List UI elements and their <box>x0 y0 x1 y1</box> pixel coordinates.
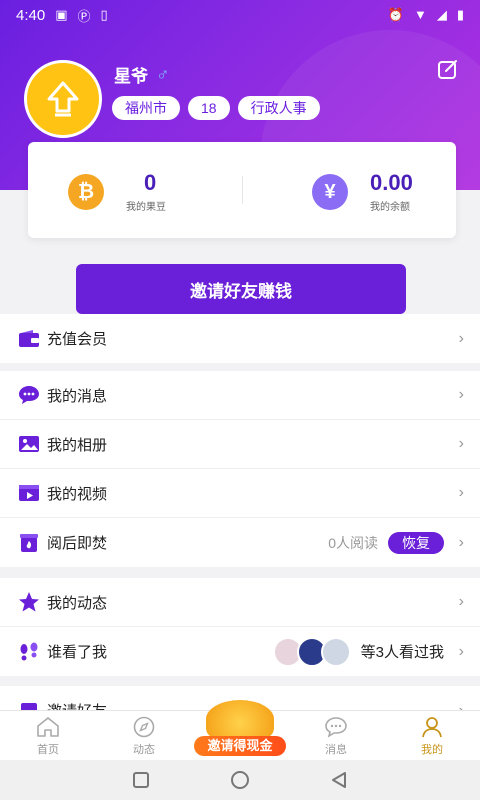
read-count: 0人阅读 <box>328 534 378 551</box>
user-profile-icon <box>419 715 445 739</box>
invite-icon <box>18 700 40 710</box>
menu-label-videos: 我的视频 <box>47 485 108 503</box>
tag-occupation: 行政人事 <box>237 96 320 120</box>
recents-square-icon[interactable] <box>132 771 150 789</box>
message-bubble-icon <box>323 715 349 739</box>
menu-item-who-viewed[interactable]: 谁看了我 等3人看过我 › <box>0 627 480 676</box>
menu-item-moments[interactable]: 我的动态 › <box>0 578 480 627</box>
menu-item-album[interactable]: 我的相册 › <box>0 420 480 469</box>
invite-friends-earn-button[interactable]: 邀请好友赚钱 <box>76 264 406 314</box>
upload-arrow-icon <box>47 81 79 117</box>
sim-notification-icon: ▯ <box>100 7 108 22</box>
footprints-icon <box>18 641 40 663</box>
tab-mine[interactable]: 我的 <box>384 711 480 760</box>
beans-value[interactable]: 0 <box>144 170 156 196</box>
battery-icon: ▮ <box>456 7 464 22</box>
wallet-icon <box>18 328 40 350</box>
signal-icon: ◢ <box>436 7 447 22</box>
viewers-extra: 等3人看过我 <box>272 636 444 667</box>
wallet-divider <box>242 176 243 204</box>
profile-tags: 福州市 18 行政人事 <box>112 96 320 120</box>
status-time: 4:40 <box>16 6 46 24</box>
star-icon <box>18 591 40 613</box>
chevron-right-icon: › <box>458 435 464 452</box>
male-gender-icon: ♂ <box>156 64 170 84</box>
restore-button[interactable]: 恢复 <box>388 531 444 554</box>
tag-age: 18 <box>188 96 230 120</box>
compass-icon <box>131 715 157 739</box>
menu-item-recharge[interactable]: 充值会员 › <box>0 314 480 363</box>
wifi-icon: ▼ <box>413 7 427 22</box>
avatar[interactable] <box>24 60 102 138</box>
chevron-right-icon: › <box>458 329 464 347</box>
menu-label-messages: 我的消息 <box>47 387 108 405</box>
image-notification-icon: ▣ <box>55 7 68 22</box>
menu-label-invite-friends: 邀请好友 <box>47 700 107 710</box>
menu-item-messages[interactable]: 我的消息 › <box>0 371 480 420</box>
chevron-right-icon: › <box>458 642 464 660</box>
wallet-card: ₿ 0 我的果豆 ¥ 0.00 我的余额 <box>28 142 456 238</box>
gold-coins-icon <box>206 700 274 738</box>
menu-label-moments: 我的动态 <box>47 594 108 612</box>
tab-dynamics-label: 动态 <box>133 743 155 756</box>
menu-item-videos[interactable]: 我的视频 › <box>0 469 480 518</box>
beans-label: 我的果豆 <box>126 202 166 213</box>
tab-home-label: 首页 <box>37 743 59 756</box>
tab-dynamics[interactable]: 动态 <box>96 711 192 760</box>
tab-mine-label: 我的 <box>421 743 443 756</box>
back-triangle-icon[interactable] <box>330 771 348 789</box>
alarm-icon: ⏰ <box>387 7 404 22</box>
menu-label-burn-after-reading: 阅后即焚 <box>47 535 108 552</box>
menu-label-who-viewed: 谁看了我 <box>47 644 108 661</box>
chevron-right-icon: › <box>458 593 464 610</box>
invite-cash-promo-button[interactable]: 邀请得现金 <box>192 700 288 758</box>
yen-icon: ¥ <box>312 174 348 210</box>
balance-value[interactable]: 0.00 <box>370 170 413 196</box>
burn-extra: 0人阅读 恢复 <box>328 531 444 554</box>
chevron-right-icon: › <box>458 386 464 403</box>
menu-item-burn-after-reading[interactable]: 阅后即焚 0人阅读 恢复 › <box>0 518 480 567</box>
invite-cash-label: 邀请得现金 <box>194 736 286 756</box>
viewer-avatars <box>272 636 351 667</box>
home-icon <box>35 715 61 739</box>
chat-bubble-icon <box>18 384 40 406</box>
viewer-avatar <box>320 636 351 667</box>
profile-name-row: 星爷 ♂ <box>114 62 170 87</box>
profile-name: 星爷 <box>114 67 148 86</box>
menu-group-media: 我的消息 › 我的相册 › 我的视频 › 阅后即焚 0人阅读 恢复 › <box>0 371 480 567</box>
tab-home[interactable]: 首页 <box>0 711 96 760</box>
burn-box-icon <box>18 532 40 554</box>
chevron-right-icon: › <box>458 701 464 711</box>
edit-profile-icon[interactable] <box>437 58 459 80</box>
chevron-right-icon: › <box>458 533 464 551</box>
menu-group-social: 我的动态 › 谁看了我 等3人看过我 › <box>0 578 480 676</box>
menu-label-recharge: 充值会员 <box>47 331 108 348</box>
viewers-text: 等3人看过我 <box>360 644 444 661</box>
video-icon <box>18 482 40 504</box>
photo-album-icon <box>18 433 40 455</box>
status-bar: 4:40 ▣ Ⓟ ▯ ⏰ ▼ ◢ ▮ <box>0 0 480 30</box>
android-navigation-bar <box>0 760 480 800</box>
chevron-right-icon: › <box>458 484 464 501</box>
tag-city: 福州市 <box>112 96 180 120</box>
tab-messages-label: 消息 <box>325 743 347 756</box>
home-circle-icon[interactable] <box>230 770 250 790</box>
menu-group-recharge: 充值会员 › <box>0 314 480 363</box>
menu-label-album: 我的相册 <box>47 436 108 454</box>
tab-messages[interactable]: 消息 <box>288 711 384 760</box>
bitcoin-icon: ₿ <box>68 174 104 210</box>
p-notification-icon: Ⓟ <box>77 8 91 24</box>
balance-label: 我的余额 <box>370 202 410 213</box>
